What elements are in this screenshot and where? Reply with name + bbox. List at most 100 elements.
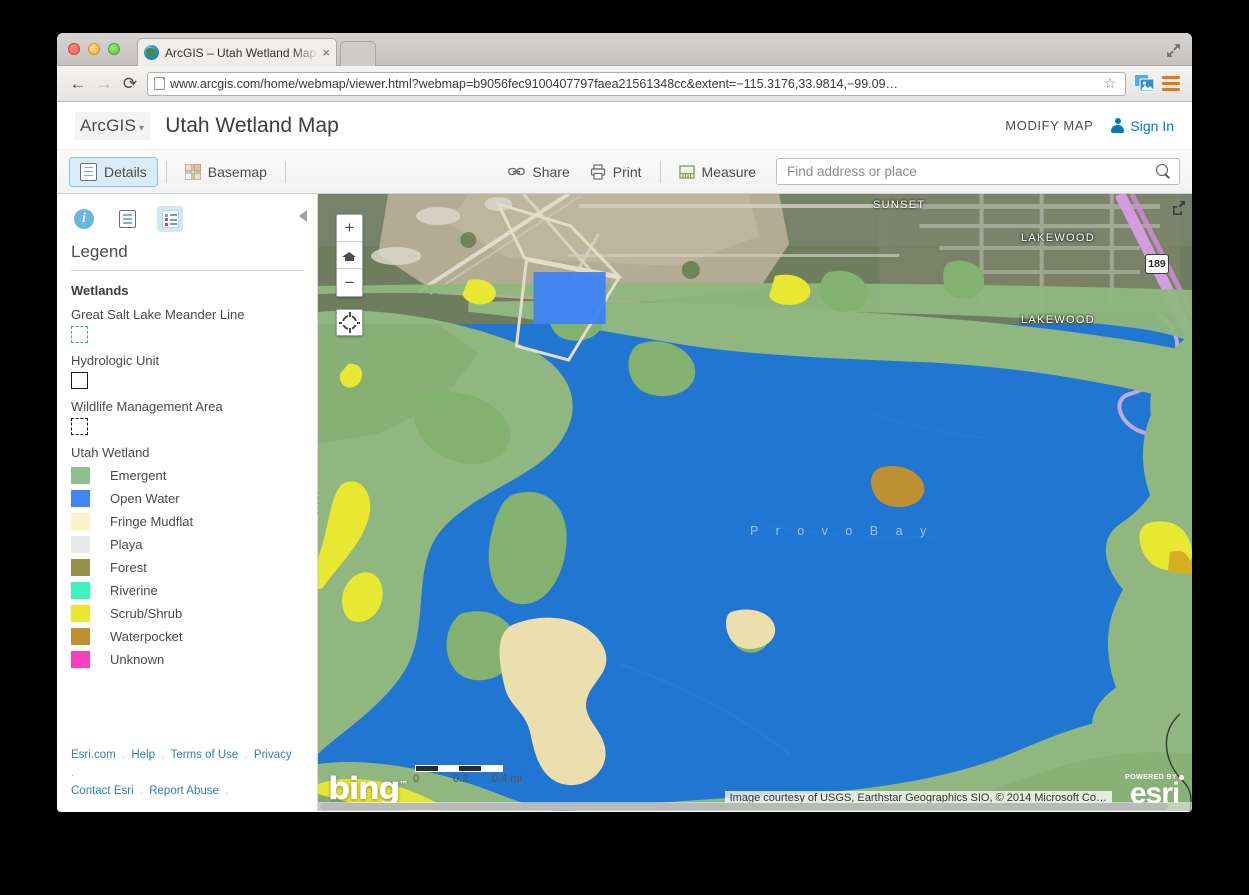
locate-me-button[interactable]	[336, 309, 363, 336]
footer-link[interactable]: Esri.com	[71, 749, 116, 761]
legend-class-row: Fringe Mudflat	[71, 513, 303, 530]
legend-icon	[161, 210, 179, 228]
footer-separator: .	[118, 749, 129, 761]
legend-body: Wetlands Great Salt Lake Meander Line Hy…	[57, 271, 317, 735]
footer-separator: .	[241, 749, 251, 761]
forward-button[interactable]: →	[91, 71, 117, 97]
map-imagery	[318, 194, 1192, 811]
back-button[interactable]: ←	[65, 71, 91, 97]
scalebar-tick-2: 0.4 mi	[492, 773, 522, 785]
address-bar[interactable]: www.arcgis.com/home/webmap/viewer.html?w…	[147, 71, 1126, 96]
measure-label: Measure	[701, 163, 756, 180]
reload-button[interactable]: ⟳	[117, 71, 143, 97]
home-button[interactable]	[337, 242, 362, 269]
map-canvas[interactable]: + − SUNSET LAKEWOOD LAKEWOOD P r o v o B…	[318, 194, 1192, 811]
footer-link[interactable]: Help	[131, 749, 155, 761]
new-tab-button[interactable]	[340, 41, 376, 66]
app-header: ArcGIS ▾ Utah Wetland Map MODIFY MAP Sign…	[57, 102, 1192, 150]
scalebar-bar	[415, 765, 503, 772]
footer-separator: .	[71, 767, 75, 779]
legend-color-swatch	[71, 490, 90, 507]
scalebar-tick-1: 0.2	[453, 773, 469, 785]
legend-sublayer-title: Utah Wetland	[71, 445, 150, 460]
modify-map-button[interactable]: MODIFY MAP	[1005, 118, 1093, 133]
share-label: Share	[532, 163, 570, 180]
legend-class-row: Scrub/Shrub	[71, 605, 303, 622]
scrollbar-thumb[interactable]	[320, 803, 1168, 810]
close-window-button[interactable]	[68, 43, 80, 55]
browser-tab-title: ArcGIS – Utah Wetland Map	[165, 45, 317, 60]
legend-class-row: Riverine	[71, 582, 303, 599]
legend-class-row: Forest	[71, 559, 303, 576]
browser-tab[interactable]: ArcGIS – Utah Wetland Map ×	[137, 38, 337, 66]
zoom-control-group: + −	[336, 214, 363, 297]
legend-color-swatch	[71, 651, 90, 668]
browser-menu-icon[interactable]	[1162, 73, 1180, 94]
panel-tab-bar: i	[57, 194, 317, 238]
printer-icon	[590, 163, 605, 180]
fullscreen-icon[interactable]	[1165, 42, 1182, 59]
legend-class-row: Playa	[71, 536, 303, 553]
toolbar-right-group: Share Print Measure	[498, 158, 1180, 185]
legend-class-label: Unknown	[110, 652, 165, 667]
legend-item-label: Hydrologic Unit	[71, 353, 160, 368]
basemap-button[interactable]: Basemap	[175, 159, 277, 185]
tab-legend[interactable]	[157, 206, 183, 232]
legend-color-swatch	[71, 467, 90, 484]
tab-about[interactable]: i	[71, 206, 97, 232]
minimize-window-button[interactable]	[88, 43, 100, 55]
panel-title: Legend	[71, 242, 128, 261]
zoom-out-button[interactable]: −	[337, 269, 362, 296]
header-actions: MODIFY MAP Sign In	[1005, 118, 1174, 134]
close-icon[interactable]: ×	[322, 45, 330, 60]
sign-in-label: Sign In	[1130, 117, 1174, 134]
sign-in-button[interactable]: Sign In	[1111, 118, 1174, 134]
legend-class-label: Fringe Mudflat	[110, 514, 194, 529]
panel-footer: Esri.com . Help . Terms of Use . Privacy…	[57, 735, 317, 811]
scalebar-tick-0: 0	[413, 773, 420, 785]
person-icon	[1111, 118, 1125, 133]
map-horizontal-scrollbar[interactable]	[318, 802, 1192, 811]
legend-group-title: Wetlands	[71, 283, 129, 298]
measure-button[interactable]: Measure	[669, 159, 766, 185]
info-icon: i	[74, 209, 94, 229]
details-panel: i Legend Wetlands Great Salt Lake Meande…	[57, 194, 319, 811]
search-icon[interactable]	[1156, 164, 1171, 179]
collapse-panel-arrow-icon[interactable]	[299, 210, 307, 222]
main-content: i Legend Wetlands Great Salt Lake Meande…	[57, 194, 1192, 811]
toolbar-divider-2	[284, 160, 286, 183]
tab-content[interactable]	[114, 206, 140, 232]
extension-icon[interactable]	[1135, 75, 1155, 92]
print-label: Print	[612, 163, 642, 180]
toolbar-divider	[165, 160, 167, 183]
footer-link[interactable]: Privacy	[254, 749, 292, 761]
expand-map-icon[interactable]	[1170, 200, 1186, 216]
legend-class-label: Playa	[110, 537, 143, 552]
highway-shield-189: 189	[1145, 254, 1169, 274]
footer-separator: .	[221, 785, 229, 797]
map-zoom-controls: + −	[336, 214, 363, 336]
zoom-in-button[interactable]: +	[337, 215, 362, 242]
legend-class-label: Scrub/Shrub	[110, 606, 183, 621]
home-icon	[342, 249, 357, 261]
legend-symbol-swatch	[71, 418, 88, 435]
details-icon	[80, 162, 97, 181]
footer-link[interactable]: Report Abuse	[149, 785, 219, 797]
footer-link[interactable]: Contact Esri	[71, 785, 134, 797]
window-traffic-lights	[68, 43, 120, 55]
legend-item-label: Great Salt Lake Meander Line	[71, 307, 245, 322]
bookmark-star-icon[interactable]: ☆	[1099, 75, 1121, 92]
footer-link[interactable]: Terms of Use	[171, 749, 239, 761]
share-button[interactable]: Share	[498, 159, 579, 185]
legend-outline-item: Great Salt Lake Meander Line	[71, 307, 303, 343]
search-box[interactable]	[776, 158, 1180, 185]
map-scalebar: 0 0.2 0.4 mi	[413, 765, 525, 787]
details-button[interactable]: Details	[69, 156, 158, 187]
crosshair-icon	[339, 312, 360, 333]
page-info-icon	[154, 77, 165, 90]
arcgis-logo-menu[interactable]: ArcGIS ▾	[75, 111, 151, 140]
legend-color-swatch	[71, 605, 90, 622]
zoom-window-button[interactable]	[108, 43, 120, 55]
print-button[interactable]: Print	[580, 159, 652, 185]
search-input[interactable]	[785, 163, 1156, 180]
